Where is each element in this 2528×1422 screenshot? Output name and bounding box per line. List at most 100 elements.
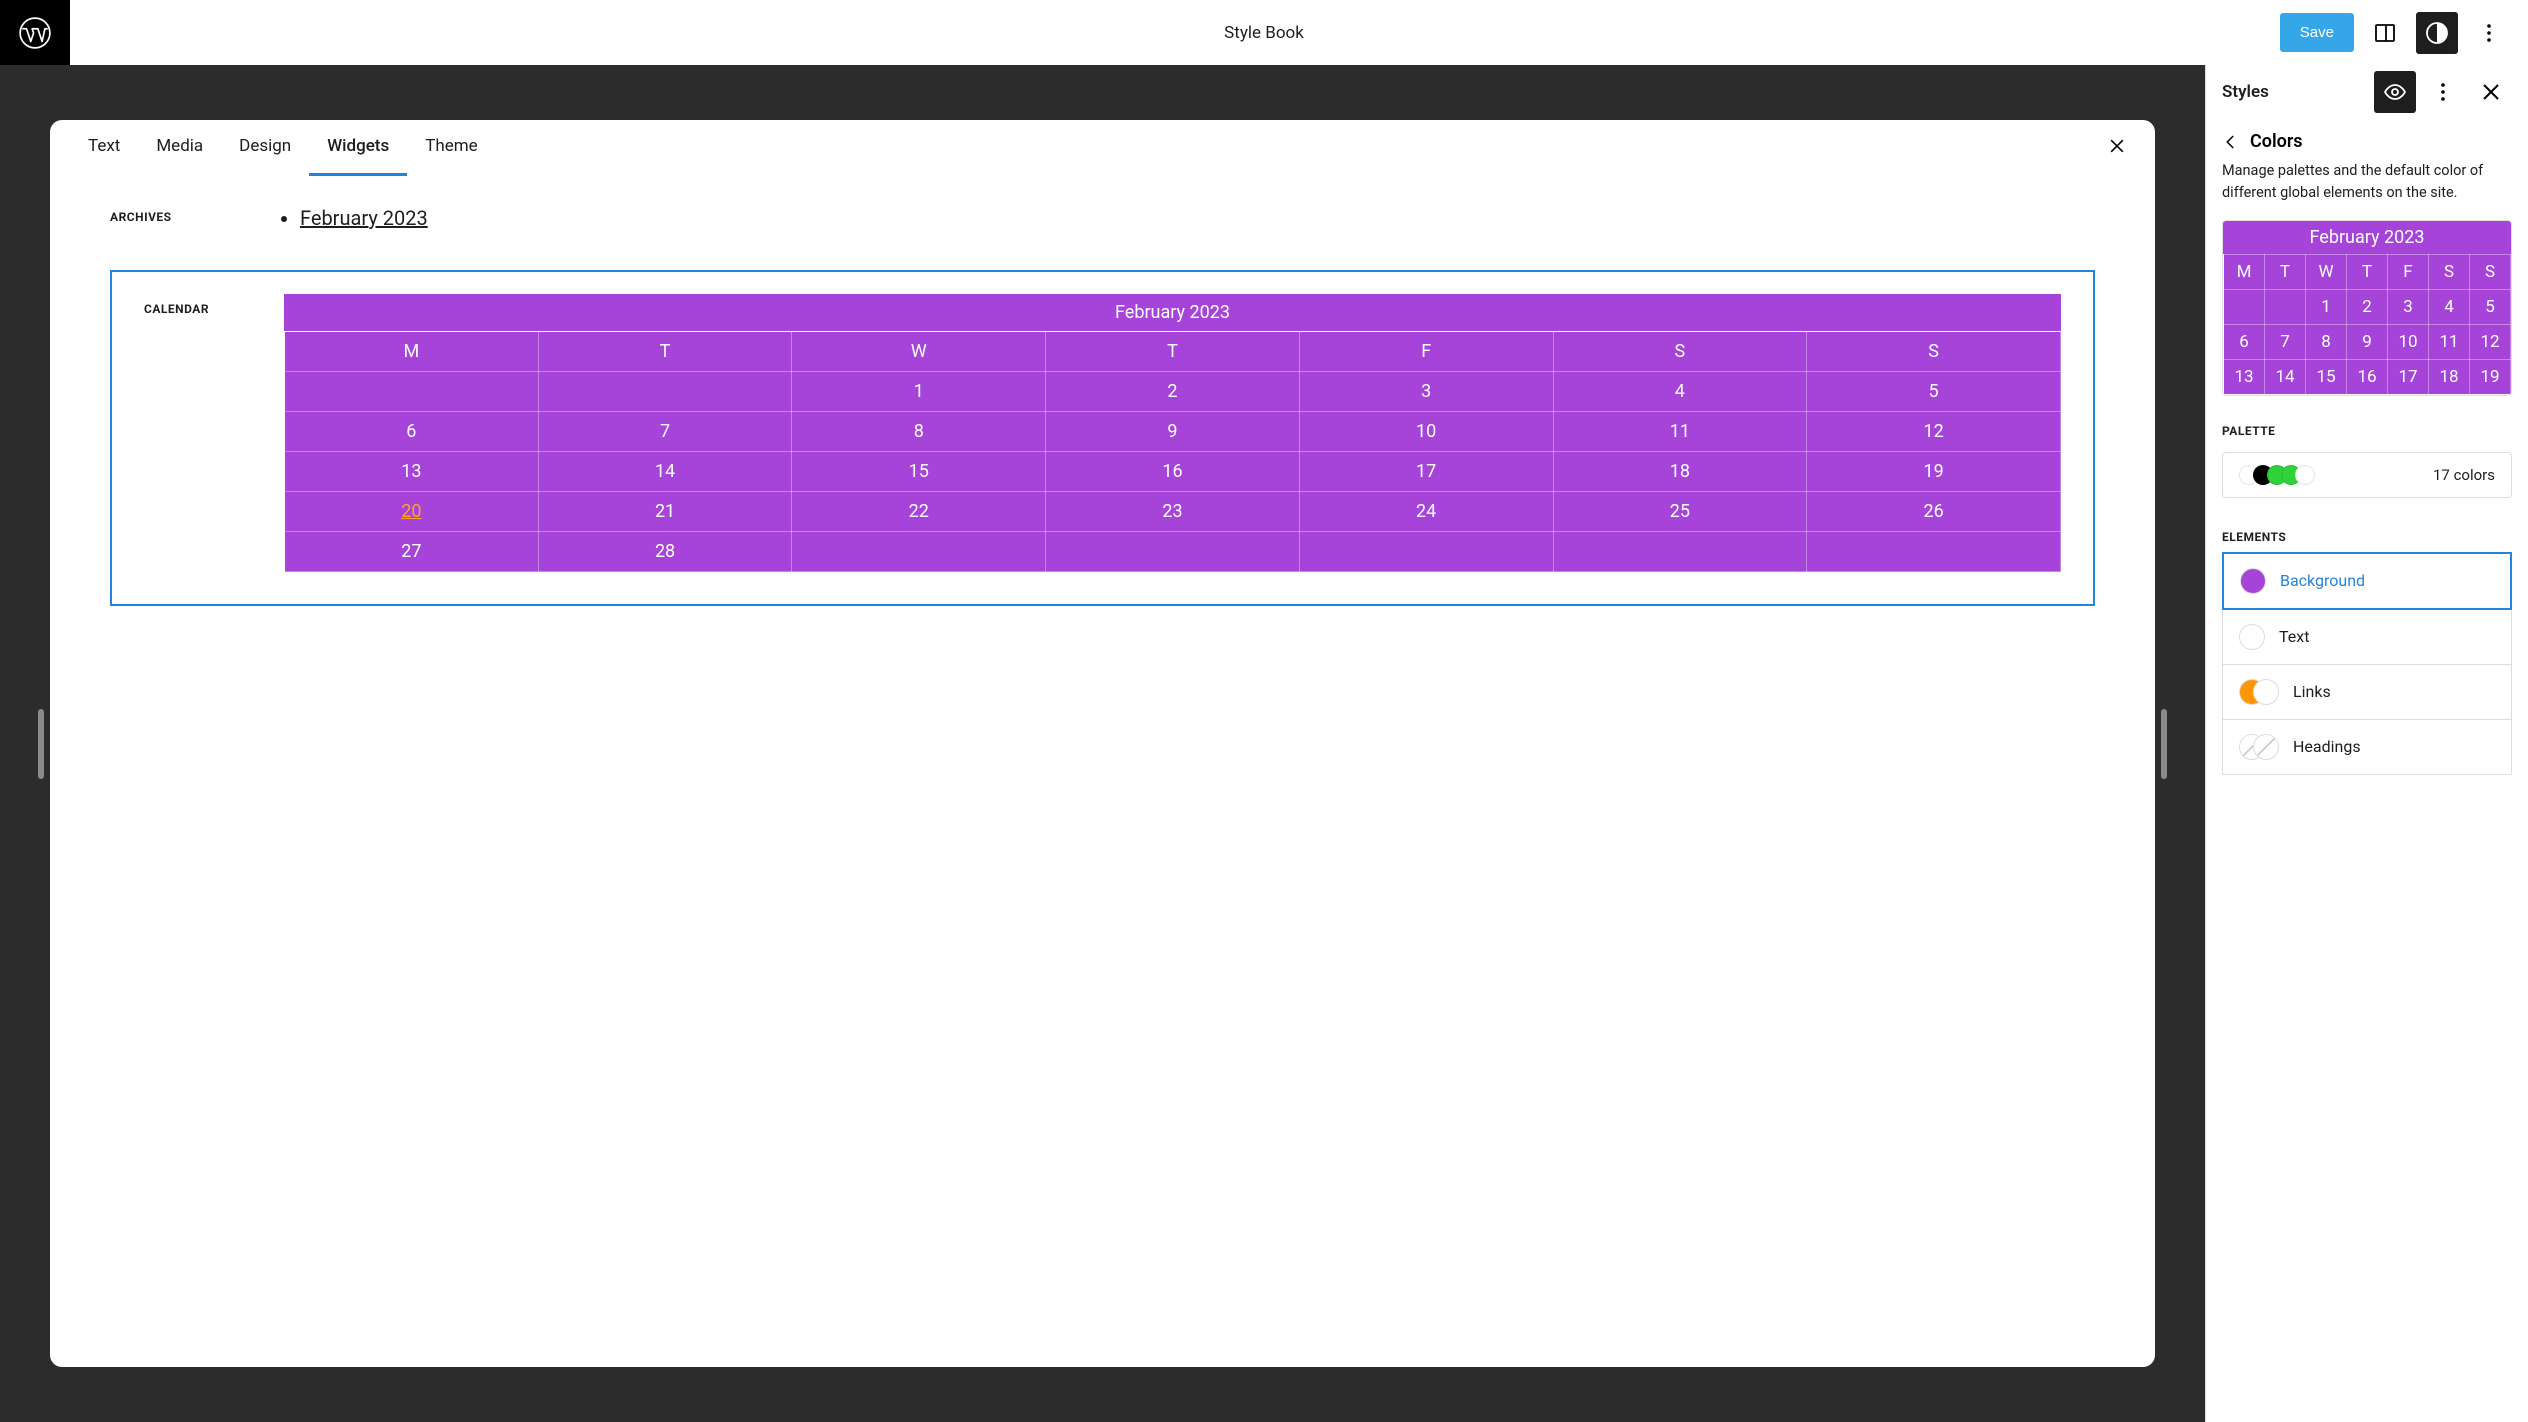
preview-weekday: M bbox=[2224, 254, 2265, 289]
element-text[interactable]: Text bbox=[2222, 609, 2512, 665]
calendar-weekday: T bbox=[538, 332, 792, 372]
archives-section: ARCHIVES February 2023 bbox=[110, 206, 2095, 230]
preview-day: 1 bbox=[2306, 289, 2347, 324]
calendar-day[interactable]: 8 bbox=[792, 412, 1046, 452]
palette-count: 17 colors bbox=[2433, 466, 2495, 484]
element-label: Text bbox=[2279, 627, 2309, 646]
calendar-day[interactable]: 17 bbox=[1299, 452, 1553, 492]
calendar-day[interactable]: 14 bbox=[538, 452, 792, 492]
canvas-wrap: Text Media Design Widgets Theme ARCHIVES… bbox=[0, 65, 2205, 1422]
resize-handle-left[interactable] bbox=[38, 709, 44, 779]
calendar-day[interactable]: 10 bbox=[1299, 412, 1553, 452]
breadcrumb-label: Colors bbox=[2250, 131, 2303, 152]
element-headings[interactable]: Headings bbox=[2222, 719, 2512, 775]
calendar: February 2023 MTWTFSS 123456789101112131… bbox=[284, 294, 2061, 572]
tab-text[interactable]: Text bbox=[70, 120, 138, 176]
preview-day: 8 bbox=[2306, 324, 2347, 359]
palette-heading: PALETTE bbox=[2206, 416, 2528, 446]
tab-design[interactable]: Design bbox=[221, 120, 309, 176]
calendar-day bbox=[1046, 532, 1300, 572]
calendar-day[interactable]: 28 bbox=[538, 532, 792, 572]
element-links[interactable]: Links bbox=[2222, 664, 2512, 720]
palette-swatches bbox=[2239, 465, 2315, 485]
close-icon[interactable] bbox=[2099, 128, 2135, 168]
calendar-day[interactable]: 2 bbox=[1046, 372, 1300, 412]
calendar-day[interactable]: 24 bbox=[1299, 492, 1553, 532]
more-options-icon[interactable] bbox=[2468, 12, 2510, 54]
calendar-weekday: F bbox=[1299, 332, 1553, 372]
styles-toggle-icon[interactable] bbox=[2416, 12, 2458, 54]
calendar-day[interactable]: 12 bbox=[1807, 412, 2061, 452]
calendar-day[interactable]: 16 bbox=[1046, 452, 1300, 492]
sidebar-toggle-icon[interactable] bbox=[2364, 12, 2406, 54]
calendar-day[interactable]: 26 bbox=[1807, 492, 2061, 532]
archives-content: February 2023 bbox=[280, 206, 2095, 230]
breadcrumb-back[interactable]: Colors bbox=[2206, 119, 2528, 160]
calendar-day[interactable]: 22 bbox=[792, 492, 1046, 532]
preview-day: 16 bbox=[2347, 359, 2388, 394]
preview-day: 15 bbox=[2306, 359, 2347, 394]
styles-sidebar: Styles Colors Manage palettes and the de… bbox=[2205, 65, 2528, 1422]
tab-theme[interactable]: Theme bbox=[407, 120, 495, 176]
color-swatch bbox=[2239, 624, 2265, 650]
element-label: Links bbox=[2293, 682, 2331, 701]
preview-weekday: S bbox=[2429, 254, 2470, 289]
calendar-day[interactable]: 18 bbox=[1553, 452, 1807, 492]
save-button[interactable]: Save bbox=[2280, 13, 2354, 52]
calendar-day[interactable]: 3 bbox=[1299, 372, 1553, 412]
calendar-weekday: M bbox=[285, 332, 539, 372]
calendar-day[interactable]: 11 bbox=[1553, 412, 1807, 452]
calendar-day[interactable]: 6 bbox=[285, 412, 539, 452]
topbar-actions: Save bbox=[2280, 12, 2528, 54]
preview-day: 19 bbox=[2470, 359, 2511, 394]
preview-day: 17 bbox=[2388, 359, 2429, 394]
tab-widgets[interactable]: Widgets bbox=[309, 120, 407, 176]
tab-media[interactable]: Media bbox=[138, 120, 221, 176]
archive-link[interactable]: February 2023 bbox=[300, 206, 2095, 230]
stylebook-toggle-icon[interactable] bbox=[2374, 71, 2416, 113]
preview-day bbox=[2224, 289, 2265, 324]
tabs: Text Media Design Widgets Theme bbox=[50, 120, 2155, 176]
sidebar-description: Manage palettes and the default color of… bbox=[2206, 160, 2528, 220]
calendar-day[interactable]: 9 bbox=[1046, 412, 1300, 452]
calendar-day bbox=[1807, 532, 2061, 572]
canvas: Text Media Design Widgets Theme ARCHIVES… bbox=[50, 120, 2155, 1367]
calendar-day[interactable]: 20 bbox=[285, 492, 539, 532]
calendar-day[interactable]: 15 bbox=[792, 452, 1046, 492]
resize-handle-right[interactable] bbox=[2161, 709, 2167, 779]
calendar-day[interactable]: 1 bbox=[792, 372, 1046, 412]
calendar-day[interactable]: 25 bbox=[1553, 492, 1807, 532]
preview-day: 10 bbox=[2388, 324, 2429, 359]
palette-button[interactable]: 17 colors bbox=[2222, 452, 2512, 498]
preview-day bbox=[2265, 289, 2306, 324]
preview-day: 18 bbox=[2429, 359, 2470, 394]
elements-list: Background Text Links Headings bbox=[2206, 552, 2528, 795]
calendar-caption: February 2023 bbox=[284, 294, 2061, 331]
element-label: Headings bbox=[2293, 737, 2361, 756]
calendar-heading: CALENDAR bbox=[144, 294, 239, 572]
calendar-day[interactable]: 7 bbox=[538, 412, 792, 452]
preview-day: 12 bbox=[2470, 324, 2511, 359]
calendar-day[interactable]: 4 bbox=[1553, 372, 1807, 412]
calendar-day[interactable]: 19 bbox=[1807, 452, 2061, 492]
calendar-weekday: W bbox=[792, 332, 1046, 372]
preview-day: 11 bbox=[2429, 324, 2470, 359]
preview-day: 7 bbox=[2265, 324, 2306, 359]
close-sidebar-icon[interactable] bbox=[2470, 71, 2512, 113]
more-icon[interactable] bbox=[2422, 71, 2464, 113]
calendar-day[interactable]: 23 bbox=[1046, 492, 1300, 532]
page-title: Style Book bbox=[1224, 23, 1304, 43]
preview-weekday: W bbox=[2306, 254, 2347, 289]
calendar-day[interactable]: 5 bbox=[1807, 372, 2061, 412]
calendar-day[interactable]: 27 bbox=[285, 532, 539, 572]
calendar-day[interactable]: 21 bbox=[538, 492, 792, 532]
sidebar-title: Styles bbox=[2222, 82, 2269, 102]
color-swatch bbox=[2240, 568, 2266, 594]
topbar: Style Book Save bbox=[0, 0, 2528, 65]
wordpress-logo[interactable] bbox=[0, 0, 70, 65]
calendar-block[interactable]: CALENDAR February 2023 MTWTFSS 123456789… bbox=[110, 270, 2095, 606]
calendar-day[interactable]: 13 bbox=[285, 452, 539, 492]
element-background[interactable]: Background bbox=[2222, 552, 2512, 610]
preview-weekday: F bbox=[2388, 254, 2429, 289]
elements-heading: ELEMENTS bbox=[2206, 522, 2528, 552]
